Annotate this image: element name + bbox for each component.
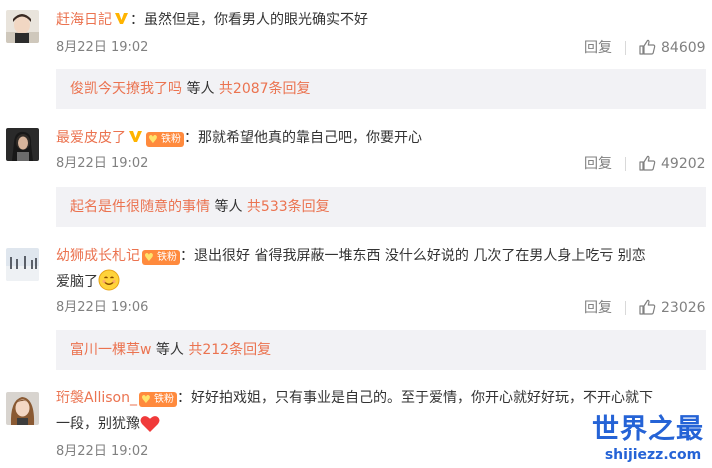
fan-badge-label: 铁粉	[157, 252, 177, 263]
divider	[625, 41, 626, 55]
comment-text: 那就希望他真的靠自己吧，你要开心	[198, 130, 422, 146]
sub-replies-box[interactable]: 俊凯今天撩我了吗 等人 共2087条回复	[56, 69, 706, 109]
sub-reply-count[interactable]: 共533条回复	[247, 199, 330, 215]
reply-button[interactable]: 回复	[584, 298, 612, 318]
colon: ：	[130, 12, 144, 28]
thumbs-up-icon	[639, 39, 656, 55]
verified-v-icon	[115, 13, 128, 24]
comment-text: 退出很好 省得我屏蔽一堆东西 没什么好说的 几次了在男人身上吃亏 别恋	[194, 248, 646, 264]
avatar[interactable]	[6, 128, 39, 161]
heart-badge-icon: ♥	[140, 393, 151, 406]
heart-badge-icon: ♥	[144, 251, 154, 264]
sub-replies-box[interactable]: 起名是件很随意的事情 等人 共533条回复	[56, 187, 706, 227]
comment-text-continued: 爱脑了	[56, 274, 98, 290]
sub-replies-box[interactable]: 富川一棵草w 等人 共212条回复	[56, 330, 706, 370]
avatar[interactable]	[6, 392, 39, 425]
colon: ：	[184, 130, 198, 146]
red-heart-emoji-icon	[140, 416, 160, 432]
sub-reply-count[interactable]: 共212条回复	[188, 342, 271, 358]
like-count: 49202	[661, 156, 706, 172]
watermark-logo: 世界之最 shijiezz.com	[588, 414, 712, 468]
avatar[interactable]	[6, 10, 39, 43]
avatar-image	[6, 392, 39, 425]
avatar[interactable]	[6, 248, 39, 281]
reply-button[interactable]: 回复	[584, 154, 612, 174]
like-count: 23026	[661, 300, 706, 316]
sub-reply-user[interactable]: 富川一棵草w	[70, 342, 151, 358]
comment-text-continued: 一段，别犹豫	[56, 416, 140, 432]
username[interactable]: 珩褩Allison_	[56, 390, 137, 406]
sub-reply-count[interactable]: 共2087条回复	[219, 81, 311, 97]
thumbs-up-icon	[639, 155, 656, 171]
divider	[625, 157, 626, 171]
timestamp: 8月22日 19:06	[56, 300, 149, 315]
watermark-title: 世界之最	[592, 414, 704, 445]
like-count: 84609	[661, 40, 706, 56]
avatar-image	[6, 128, 39, 161]
like-button[interactable]: 49202	[639, 154, 706, 174]
fan-badge-label: 铁粉	[161, 134, 181, 145]
reply-button[interactable]: 回复	[584, 38, 612, 58]
verified-v-icon	[129, 131, 142, 142]
thumbs-up-icon	[639, 299, 656, 315]
username[interactable]: 最爱皮皮了	[56, 130, 126, 146]
fan-badge: ♥ 铁粉	[146, 132, 184, 147]
heart-badge-icon: ♥	[148, 133, 158, 146]
fan-badge-label: 铁粉	[153, 394, 174, 405]
fan-badge: ♥ 铁粉	[138, 392, 177, 407]
avatar-image	[6, 10, 39, 43]
timestamp: 8月22日 19:02	[56, 156, 149, 171]
comment-text: 虽然但是，你看男人的眼光确实不好	[144, 12, 368, 28]
sub-reply-user[interactable]: 起名是件很随意的事情	[70, 199, 210, 215]
comment-text: 好好拍戏姐，只有事业是自己的。至于爱情，你开心就好好玩，不开心就下	[190, 390, 653, 406]
username[interactable]: 幼狮成长札记	[56, 248, 140, 264]
fan-badge: ♥ 铁粉	[142, 250, 180, 265]
sub-reply-mid: 等人	[182, 81, 219, 97]
sub-reply-mid: 等人	[210, 199, 247, 215]
divider	[625, 301, 626, 315]
timestamp: 8月22日 19:02	[56, 40, 149, 55]
colon: ：	[176, 390, 191, 406]
sub-reply-user[interactable]: 俊凯今天撩我了吗	[70, 81, 182, 97]
like-button[interactable]: 84609	[639, 38, 706, 58]
smile-emoji-icon	[98, 269, 120, 291]
sub-reply-mid: 等人	[151, 342, 189, 358]
username[interactable]: 赶海日記	[56, 12, 112, 28]
timestamp: 8月22日 19:02	[56, 444, 149, 459]
like-button[interactable]: 23026	[639, 298, 706, 318]
colon: ：	[180, 248, 194, 264]
avatar-image	[6, 248, 39, 281]
watermark-url: shijiezz.com	[604, 447, 702, 463]
